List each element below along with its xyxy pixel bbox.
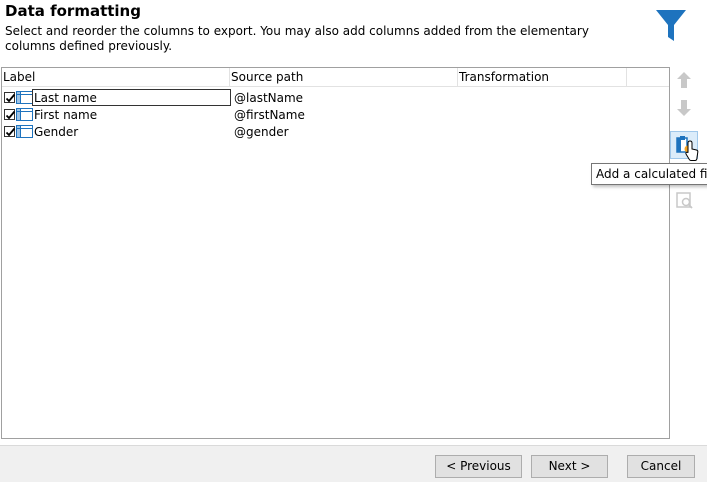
checkmark-icon	[5, 127, 16, 137]
column-divider[interactable]	[626, 68, 627, 87]
column-header-source-path[interactable]: Source path	[231, 70, 303, 84]
row-label: Last name	[34, 91, 97, 105]
cancel-button[interactable]: Cancel	[627, 455, 695, 478]
column-header-label[interactable]: Label	[3, 70, 35, 84]
checkmark-icon	[5, 93, 16, 103]
mouse-cursor	[685, 140, 699, 161]
next-button-label: Next >	[548, 459, 591, 473]
previous-button-label: < Previous	[446, 459, 511, 473]
column-header-transformation[interactable]: Transformation	[459, 70, 549, 84]
tooltip: Add a calculated field	[591, 163, 707, 185]
filter-icon	[656, 10, 686, 41]
table-row[interactable]: Last name @lastName	[2, 89, 669, 106]
column-divider[interactable]	[229, 68, 230, 87]
column-icon	[16, 91, 33, 104]
move-down-icon[interactable]	[672, 96, 696, 120]
page-title: Data formatting	[5, 2, 141, 20]
grid-header: Label Source path Transformation	[2, 68, 669, 87]
row-source-path: @firstName	[234, 108, 305, 122]
table-row[interactable]: Gender @gender	[2, 123, 669, 140]
column-icon	[16, 125, 33, 138]
row-source-path: @gender	[234, 125, 289, 139]
row-checkbox[interactable]	[4, 109, 16, 120]
row-checkbox[interactable]	[4, 92, 16, 103]
columns-grid[interactable]: Label Source path Transformation Last na…	[1, 67, 670, 439]
next-button[interactable]: Next >	[531, 455, 608, 478]
column-divider[interactable]	[457, 68, 458, 87]
move-up-icon[interactable]	[672, 68, 696, 92]
row-checkbox[interactable]	[4, 126, 16, 137]
row-source-path: @lastName	[234, 91, 304, 105]
page-subtitle: Select and reorder the columns to export…	[5, 24, 589, 53]
preview-icon[interactable]	[672, 188, 696, 212]
table-row[interactable]: First name @firstName	[2, 106, 669, 123]
cancel-button-label: Cancel	[640, 459, 682, 473]
column-icon	[16, 108, 33, 121]
checkmark-icon	[5, 110, 16, 120]
row-label: Gender	[34, 125, 79, 139]
row-label: First name	[34, 108, 98, 122]
header: Data formatting Select and reorder the c…	[0, 0, 707, 62]
footer: < Previous Next > Cancel	[0, 445, 707, 482]
previous-button[interactable]: < Previous	[435, 455, 522, 478]
